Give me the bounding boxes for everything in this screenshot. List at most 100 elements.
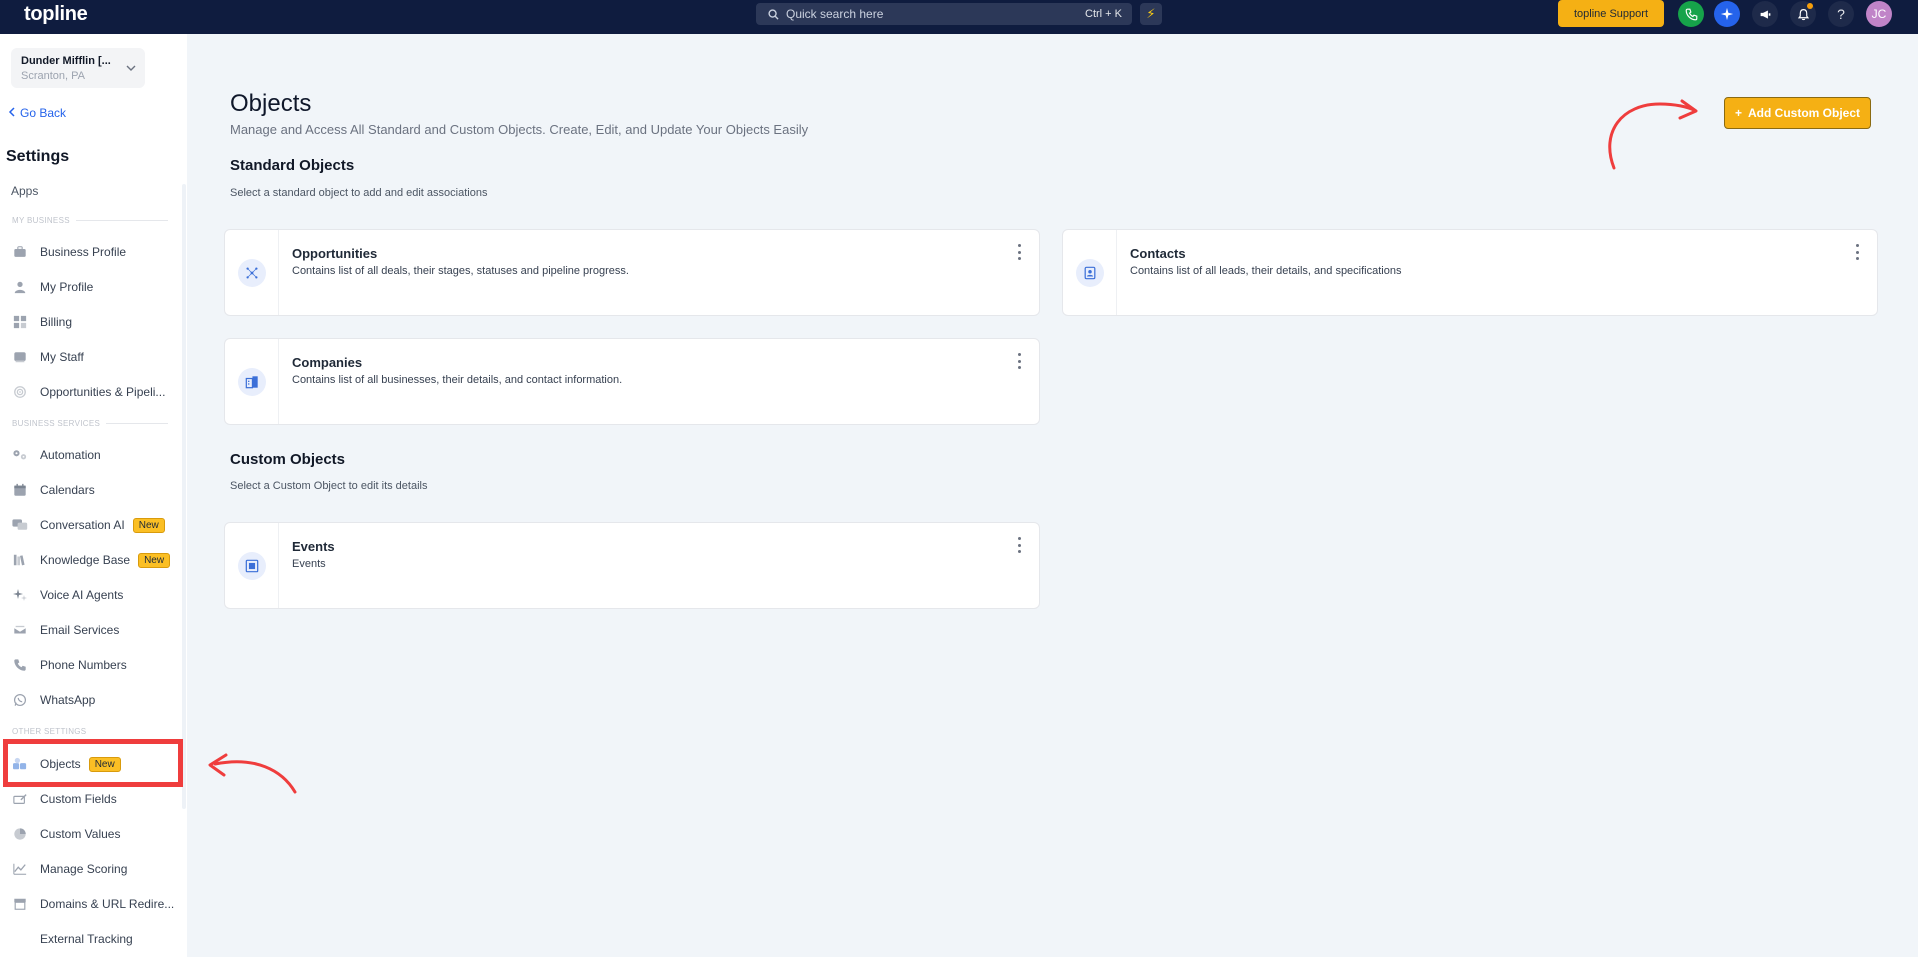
more-options-icon[interactable] [1015, 537, 1023, 553]
opportunities-icon [237, 258, 266, 287]
sidebar-item-label: Voice AI Agents [40, 588, 124, 602]
storefront-icon [12, 896, 28, 912]
target-icon [12, 384, 28, 400]
account-location: Scranton, PA [21, 70, 85, 82]
phone-icon [12, 657, 28, 673]
sidebar-item-label: WhatsApp [40, 693, 96, 707]
new-badge: New [138, 552, 171, 568]
sidebar-item-domains[interactable]: Domains & URL Redire... [12, 894, 174, 914]
bell-icon[interactable] [1790, 1, 1816, 27]
sidebar-item-billing[interactable]: Billing [12, 312, 72, 332]
account-name: Dunder Mifflin [... [21, 55, 111, 67]
go-back-link[interactable]: Go Back [8, 106, 66, 120]
add-custom-object-button[interactable]: + Add Custom Object [1724, 97, 1871, 129]
standard-objects-title: Standard Objects [230, 157, 355, 174]
more-options-icon[interactable] [1015, 353, 1023, 369]
sidebar-item-voice-ai-agents[interactable]: Voice AI Agents [12, 585, 123, 605]
object-card-contacts[interactable]: Contacts Contains list of all leads, the… [1062, 229, 1878, 316]
chevron-down-icon [125, 61, 137, 73]
new-badge: New [132, 517, 165, 533]
sidebar-item-calendars[interactable]: Calendars [12, 480, 95, 500]
ai-sparkle-icon[interactable] [1714, 1, 1740, 27]
custom-objects-title: Custom Objects [230, 451, 346, 468]
divider [106, 423, 168, 424]
sidebar-item-label: Business Profile [40, 245, 127, 259]
megaphone-icon[interactable] [1752, 1, 1778, 27]
card-description: Contains list of all deals, their stages… [292, 265, 629, 277]
card-description: Contains list of all leads, their detail… [1130, 265, 1402, 277]
sidebar-item-apps[interactable]: Apps [11, 184, 38, 198]
account-switcher[interactable]: Dunder Mifflin [... Scranton, PA [11, 48, 145, 88]
help-icon[interactable]: ? [1828, 1, 1854, 27]
sidebar-item-whatsapp[interactable]: WhatsApp [12, 690, 95, 710]
chat-bubbles-icon [12, 517, 28, 533]
card-title: Events [292, 539, 335, 554]
sidebar-item-label: Opportunities & Pipeli... [40, 385, 166, 399]
chevron-left-icon [8, 106, 16, 120]
sidebar-item-manage-scoring[interactable]: Manage Scoring [12, 859, 127, 879]
card-description: Events [292, 558, 326, 570]
sidebar-item-label: Billing [40, 315, 73, 329]
whatsapp-icon [12, 692, 28, 708]
standard-objects-subtitle: Select a standard object to add and edit… [230, 187, 488, 199]
email-icon [12, 622, 28, 638]
object-card-opportunities[interactable]: Opportunities Contains list of all deals… [224, 229, 1040, 316]
companies-icon [237, 367, 266, 396]
search-placeholder: Quick search here [786, 7, 884, 21]
more-options-icon[interactable] [1015, 244, 1023, 260]
sidebar-item-label: My Profile [40, 280, 94, 294]
sidebar-item-label: Conversation AI [40, 518, 125, 532]
user-icon [12, 279, 28, 295]
sidebar-item-my-profile[interactable]: My Profile [12, 277, 93, 297]
sidebar-item-knowledge-base[interactable]: Knowledge Base New [12, 550, 171, 570]
settings-title: Settings [6, 148, 70, 165]
add-custom-object-label: Add Custom Object [1748, 106, 1861, 120]
sparkle-icon [12, 587, 28, 603]
top-bar: topline Quick search here Ctrl + K ⚡ top… [0, 0, 1918, 34]
sidebar-item-opportunities[interactable]: Opportunities & Pipeli... [12, 382, 165, 402]
notification-dot [1807, 3, 1813, 9]
sidebar-item-label: Knowledge Base [40, 553, 131, 567]
sidebar-scrollbar[interactable] [182, 184, 186, 809]
card-icon-column [225, 230, 279, 315]
sidebar-item-automation[interactable]: Automation [12, 445, 101, 465]
sidebar-item-email-services[interactable]: Email Services [12, 620, 119, 640]
object-card-events[interactable]: Events Events [224, 522, 1040, 609]
card-description: Contains list of all businesses, their d… [292, 374, 623, 386]
tracking-icon [12, 931, 28, 947]
sidebar-item-label: Custom Fields [40, 792, 117, 806]
sidebar-item-custom-values[interactable]: Custom Values [12, 824, 120, 844]
page-subtitle: Manage and Access All Standard and Custo… [230, 122, 809, 137]
staff-icon [12, 349, 28, 365]
objects-highlight-box [3, 739, 183, 787]
object-card-companies[interactable]: Companies Contains list of all businesse… [224, 338, 1040, 425]
search-shortcut: Ctrl + K [1085, 8, 1122, 20]
logo[interactable]: topline [24, 3, 88, 26]
section-label-my-business: MY BUSINESS [12, 216, 70, 225]
sidebar-item-phone-numbers[interactable]: Phone Numbers [12, 655, 127, 675]
sidebar-item-my-staff[interactable]: My Staff [12, 347, 84, 367]
sidebar-item-custom-fields[interactable]: Custom Fields [12, 789, 117, 809]
sidebar-item-conversation-ai[interactable]: Conversation AI New [12, 515, 165, 535]
support-button[interactable]: topline Support [1558, 0, 1664, 27]
card-icon-column [1063, 230, 1117, 315]
books-icon [12, 552, 28, 568]
avatar[interactable]: JC [1866, 1, 1892, 27]
sidebar-item-label: Calendars [40, 483, 95, 497]
grid-icon [12, 314, 28, 330]
card-title: Companies [292, 355, 363, 370]
chart-line-icon [12, 861, 28, 877]
section-label-business-services: BUSINESS SERVICES [12, 419, 101, 428]
custom-objects-subtitle: Select a Custom Object to edit its detai… [230, 480, 428, 492]
more-options-icon[interactable] [1853, 244, 1861, 260]
card-title: Contacts [1130, 246, 1186, 261]
divider [76, 220, 168, 221]
lightning-icon[interactable]: ⚡ [1140, 3, 1162, 25]
sidebar-item-label: External Tracking [40, 932, 133, 946]
search-input[interactable]: Quick search here Ctrl + K [756, 3, 1132, 25]
sidebar-item-external-tracking[interactable]: External Tracking [12, 929, 133, 949]
sidebar-item-business-profile[interactable]: Business Profile [12, 242, 126, 262]
phone-icon[interactable] [1678, 1, 1704, 27]
card-icon-column [225, 339, 279, 424]
events-icon [237, 551, 266, 580]
